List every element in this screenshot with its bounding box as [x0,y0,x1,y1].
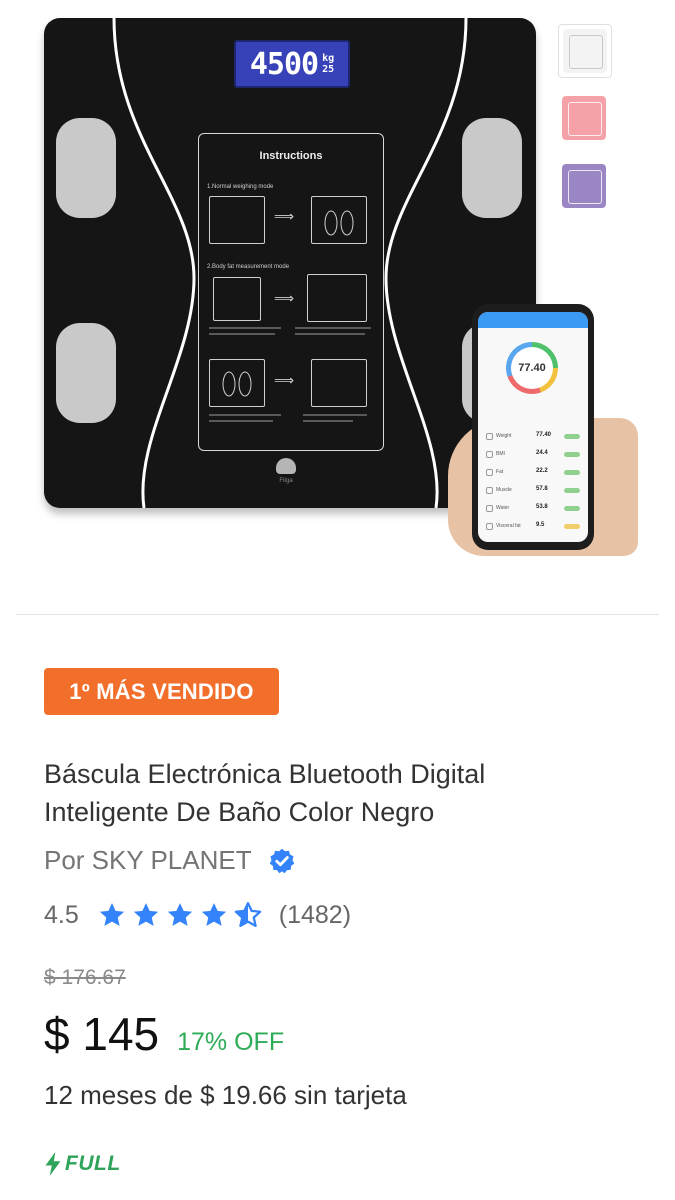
discount-label: 17% OFF [177,1028,285,1056]
main-product-image[interactable]: 4500 kg 25 Instructions 1.Normal weighin… [44,18,536,508]
lcd-unit: kg [322,53,335,64]
instruction-text-line [295,333,365,335]
star-full-icon [133,903,158,926]
arrow-icon: ⟹ [274,208,295,224]
instruction-text-line [209,327,281,329]
thumbnail-pink[interactable] [558,92,610,144]
product-title-line-2: Inteligente De Baño Color Negro [44,797,435,827]
footprints-icon [209,359,265,407]
current-price: $ 145 [44,1008,160,1060]
lcd-value: 4500 [249,46,319,82]
lcd-display: 4500 kg 25 [234,40,350,88]
rating-average: 4.5 [44,900,79,929]
instruction-text-line [209,333,275,335]
app-header-bar [478,312,588,328]
instructions-title: Instructions [259,150,323,162]
full-shipping-badge: FULL [44,1152,121,1176]
thumbnail-white[interactable] [558,24,612,78]
instructions-panel: Instructions 1.Normal weighing mode ⟹ 2.… [198,133,384,451]
instruction-text-line [209,414,281,416]
brand-logo-icon [276,458,296,474]
app-metric-row: Muscle 57.8 [484,484,584,498]
installments-info: 12 meses de $ 19.66 sin tarjeta [44,1080,407,1110]
review-count[interactable]: (1482) [279,901,351,930]
product-title: Báscula Electrónica Bluetooth Digital In… [44,755,644,831]
thumbnail-white-image [563,29,607,73]
app-metric-row: Weight 77.40 [484,430,584,444]
instruction-text-line [295,327,371,329]
product-image-gallery[interactable]: 4500 kg 25 Instructions 1.Normal weighin… [0,0,675,600]
app-screen: 77.40 Weight 77.40 BMI 24.4 Fat 22.2 Muscle… [478,312,588,542]
arrow-icon: ⟹ [274,290,295,306]
full-label: FULL [65,1152,121,1175]
thumbnail-pink-image [562,96,606,140]
best-seller-badge[interactable]: 1º MÁS VENDIDO [44,668,279,715]
lightning-bolt-icon [45,1152,61,1176]
body-gauge: 77.40 [506,342,558,394]
instruction-scale-figure [307,274,367,322]
product-title-line-1: Báscula Electrónica Bluetooth Digital [44,759,486,789]
app-metric-row: BMI 24.4 [484,448,584,462]
instruction-scale-figure [209,196,265,244]
instruction-scale-figure [311,359,367,407]
instruction-text-line [303,414,367,416]
section-divider [16,614,659,615]
footprints-icon [311,196,367,244]
instruction-text-line [303,420,353,422]
app-metric-row: Fat 22.2 [484,466,584,480]
instructions-step-1: 1.Normal weighing mode [207,184,274,190]
app-metric-row: Water 53.8 [484,502,584,516]
thumbnail-purple-image [562,164,606,208]
instructions-step-2: 2.Body fat measurement mode [207,264,290,270]
original-price: $ 176.67 [44,966,126,989]
brand-mark: Fitga [279,478,293,484]
rating-stars [97,900,267,930]
verified-check-icon [269,848,294,873]
seller-name[interactable]: Por SKY PLANET [44,845,252,876]
star-full-icon [167,903,192,926]
app-reading: 77.40 [511,347,553,389]
star-full-icon [201,903,226,926]
star-half-icon [234,902,262,927]
phone-app-figure [213,277,261,321]
seller-link[interactable]: Por SKY PLANET [44,845,296,876]
instruction-text-line [209,420,273,422]
rating-summary[interactable]: 4.5 (1482) [44,897,351,933]
star-full-icon [99,903,124,926]
arrow-icon: ⟹ [274,372,295,388]
lcd-temp: 25 [322,64,335,75]
price-row: $ 145 17% OFF [44,1007,284,1061]
thumbnail-purple[interactable] [558,160,610,212]
app-metric-row: Visceral fat 9.5 [484,520,584,534]
